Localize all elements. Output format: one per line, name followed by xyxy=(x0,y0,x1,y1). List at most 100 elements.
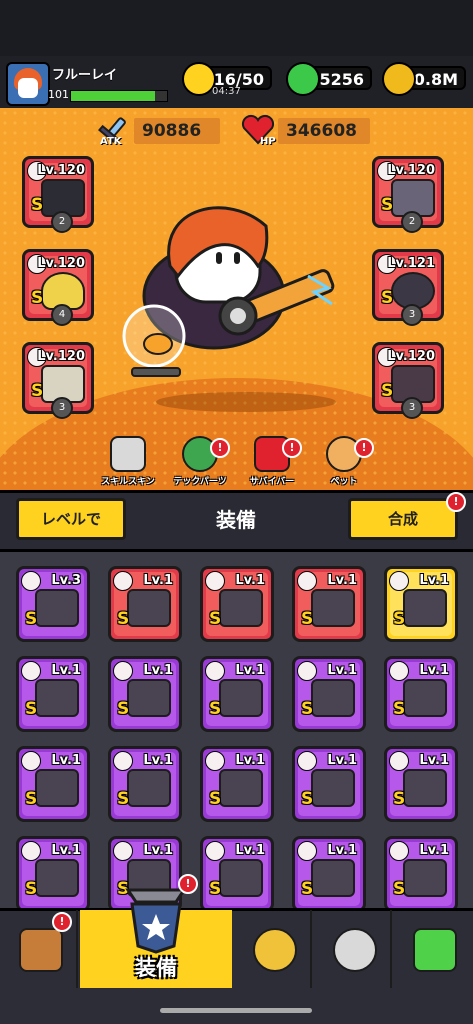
item-category-icon xyxy=(205,661,225,681)
player-name: フルーレイ xyxy=(52,68,118,83)
inventory-item[interactable]: Lv.1 S xyxy=(384,566,458,642)
inventory-item[interactable]: Lv.1 S xyxy=(16,836,90,912)
item-rank: S xyxy=(117,609,130,629)
inventory-item[interactable]: Lv.1 S xyxy=(292,566,366,642)
item-icon xyxy=(219,679,263,717)
item-rank: S xyxy=(209,609,222,629)
item-category-icon xyxy=(113,841,133,861)
merge-button[interactable]: 合成 xyxy=(348,498,458,540)
item-icon xyxy=(311,589,355,627)
item-level: Lv.1 xyxy=(143,753,173,768)
item-level: Lv.1 xyxy=(327,573,357,588)
inventory-item[interactable]: Lv.1 S xyxy=(200,836,274,912)
item-rank: S xyxy=(117,789,130,809)
inventory-item[interactable]: Lv.1 S xyxy=(108,566,182,642)
player-avatar[interactable] xyxy=(6,62,50,106)
item-icon xyxy=(35,679,79,717)
item-rank: S xyxy=(301,789,314,809)
item-level: Lv.1 xyxy=(235,753,265,768)
item-level: Lv.1 xyxy=(235,663,265,678)
lightning-icon[interactable] xyxy=(182,62,216,96)
item-icon xyxy=(311,769,355,807)
item-icon xyxy=(35,859,79,897)
inventory-item[interactable]: Lv.1 S xyxy=(108,746,182,822)
item-category-icon xyxy=(113,571,133,591)
tab-skill-skin[interactable]: スキルスキン xyxy=(96,436,160,487)
item-category-icon xyxy=(389,751,409,771)
item-icon xyxy=(403,679,447,717)
shop-icon xyxy=(19,928,63,972)
hp-label: HP xyxy=(260,136,276,147)
item-icon xyxy=(311,679,355,717)
inventory-item[interactable]: Lv.1 S xyxy=(200,746,274,822)
item-icon xyxy=(403,769,447,807)
inventory-item[interactable]: Lv.1 S xyxy=(292,746,366,822)
xp-bar-fill xyxy=(71,91,155,101)
item-rank: S xyxy=(393,789,406,809)
inventory-item[interactable]: Lv.1 S xyxy=(384,656,458,732)
item-level: Lv.1 xyxy=(51,663,81,678)
item-rank: S xyxy=(209,789,222,809)
item-rank: S xyxy=(25,699,38,719)
nav-evolution[interactable] xyxy=(394,910,472,988)
atk-label: ATK xyxy=(100,136,122,147)
inventory-item[interactable]: Lv.1 S xyxy=(16,656,90,732)
item-rank: S xyxy=(301,699,314,719)
item-rank: S xyxy=(393,609,406,629)
equip-slot-armor[interactable]: Lv.120 S 2 xyxy=(372,156,444,233)
item-level: Lv.1 xyxy=(143,573,173,588)
merge-badge: ! xyxy=(446,492,466,512)
inventory-item[interactable]: Lv.1 S xyxy=(292,656,366,732)
home-indicator xyxy=(160,1008,312,1013)
nav-battle[interactable] xyxy=(234,910,312,988)
item-rank: S xyxy=(117,699,130,719)
player-level: 101 xyxy=(48,88,69,101)
gem-icon[interactable] xyxy=(286,62,320,96)
item-rank: S xyxy=(393,879,406,899)
item-level: Lv.1 xyxy=(327,753,357,768)
item-level: Lv.1 xyxy=(143,663,173,678)
equip-slot-boots[interactable]: Lv.120 S 3 xyxy=(372,342,444,419)
item-category-icon xyxy=(113,661,133,681)
sort-by-level-button[interactable]: レベルで xyxy=(16,498,126,540)
item-category-icon xyxy=(205,751,225,771)
coin-icon[interactable] xyxy=(382,62,416,96)
item-category-icon xyxy=(21,571,41,591)
item-rank: S xyxy=(25,879,38,899)
character-avatar xyxy=(118,196,354,396)
equip-slot-belt[interactable]: Lv.121 S 3 xyxy=(372,249,444,326)
item-category-icon xyxy=(297,751,317,771)
item-level: Lv.1 xyxy=(235,843,265,858)
item-icon xyxy=(35,769,79,807)
item-category-icon xyxy=(297,661,317,681)
inventory-item[interactable]: Lv.1 S xyxy=(200,656,274,732)
nav-challenges[interactable] xyxy=(314,910,392,988)
item-icon xyxy=(127,679,171,717)
item-icon xyxy=(219,859,263,897)
inventory-item[interactable]: Lv.1 S xyxy=(384,836,458,912)
inventory-item[interactable]: Lv.1 S xyxy=(384,746,458,822)
equip-slot-weapon[interactable]: Lv.120 S 2 xyxy=(22,156,94,233)
item-category-icon xyxy=(21,841,41,861)
item-rank: S xyxy=(301,879,314,899)
inventory-item[interactable]: Lv.1 S xyxy=(292,836,366,912)
item-category-icon xyxy=(113,751,133,771)
item-icon xyxy=(311,859,355,897)
item-level: Lv.1 xyxy=(419,753,449,768)
inventory-item[interactable]: Lv.1 S xyxy=(200,566,274,642)
atk-value: 90886 xyxy=(134,118,220,144)
inventory-item[interactable]: Lv.1 S xyxy=(16,746,90,822)
item-rank: S xyxy=(209,879,222,899)
soccer-ball-icon xyxy=(110,436,146,472)
equip-slot-necklace[interactable]: Lv.120 S 4 xyxy=(22,249,94,326)
item-icon xyxy=(127,589,171,627)
item-category-icon xyxy=(389,661,409,681)
item-rank: S xyxy=(301,609,314,629)
inventory-item[interactable]: Lv.3 S xyxy=(16,566,90,642)
item-level: Lv.1 xyxy=(419,843,449,858)
equip-slot-gloves[interactable]: Lv.120 S 3 xyxy=(22,342,94,419)
inventory-item[interactable]: Lv.1 S xyxy=(108,656,182,732)
item-level: Lv.1 xyxy=(419,663,449,678)
item-level: Lv.1 xyxy=(51,843,81,858)
pet-badge: ! xyxy=(354,438,374,458)
